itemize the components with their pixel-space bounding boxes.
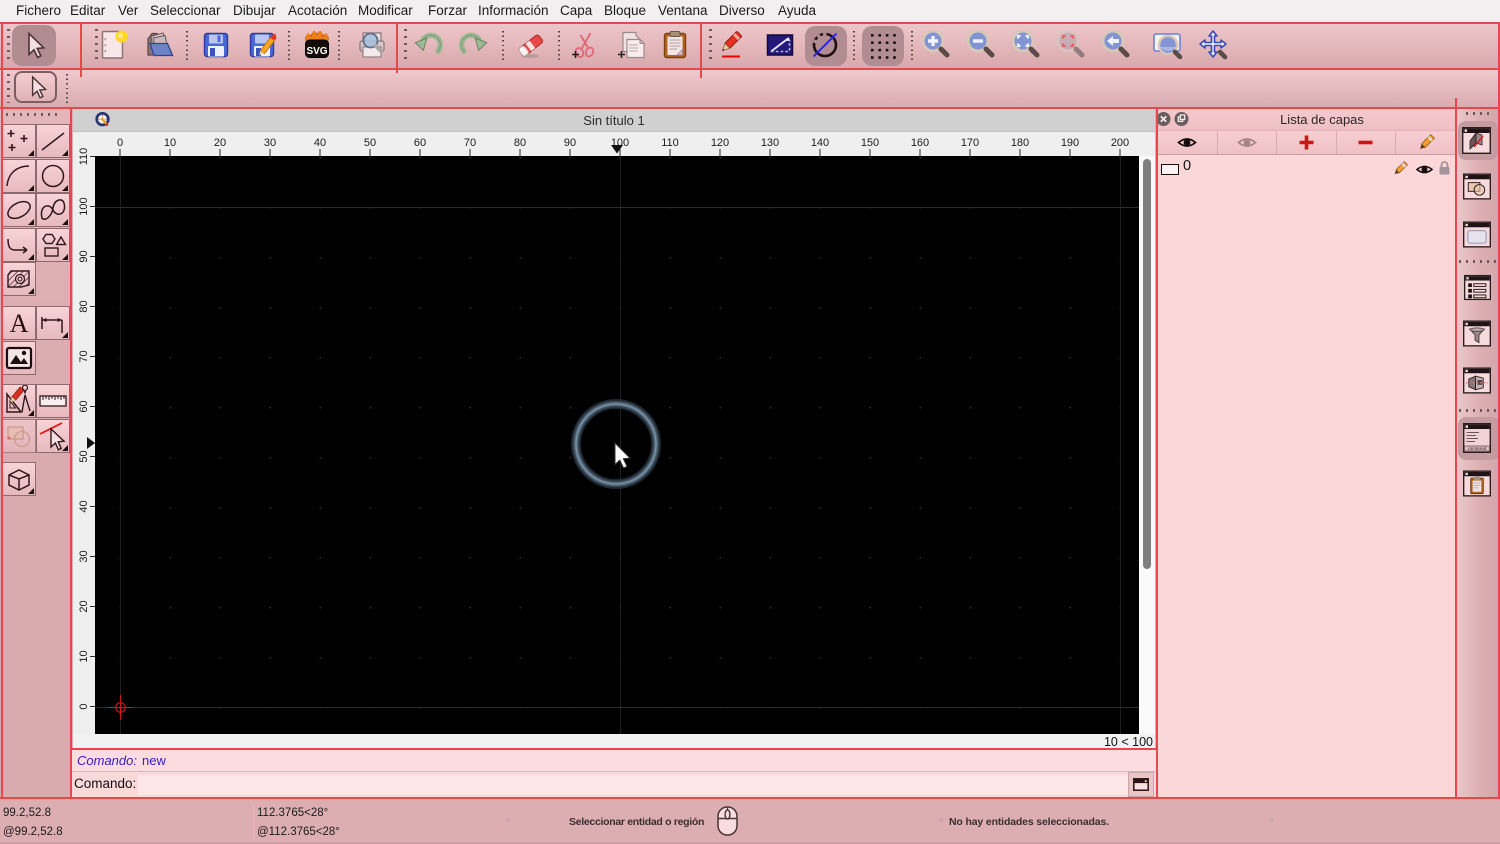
svg-text:70: 70 [464, 137, 476, 149]
svg-text:0: 0 [78, 703, 90, 709]
svg-text:SVG: SVG [306, 46, 327, 57]
svg-text:10: 10 [78, 650, 90, 662]
svg-text:190: 190 [1061, 137, 1079, 149]
svg-text:80: 80 [514, 137, 526, 149]
svg-text:10: 10 [164, 137, 176, 149]
svg-text:20: 20 [214, 137, 226, 149]
svg-text:90: 90 [78, 250, 90, 262]
svg-text:30: 30 [78, 550, 90, 562]
svg-text:110: 110 [661, 137, 679, 149]
svg-text:60: 60 [78, 400, 90, 412]
svg-text:60: 60 [414, 137, 426, 149]
svg-text:30: 30 [264, 137, 276, 149]
svg-text:110: 110 [78, 148, 90, 166]
svg-text:0: 0 [117, 137, 123, 149]
svg-text:200: 200 [1111, 137, 1129, 149]
svg-text:150: 150 [861, 137, 879, 149]
svg-text:160: 160 [911, 137, 929, 149]
svg-text:50: 50 [364, 137, 376, 149]
svg-text:100: 100 [78, 197, 90, 215]
svg-text:120: 120 [711, 137, 729, 149]
svg-text:80: 80 [78, 300, 90, 312]
svg-text:A: A [10, 309, 29, 338]
svg-text:40: 40 [314, 137, 326, 149]
svg-text:70: 70 [78, 350, 90, 362]
svg-text:130: 130 [761, 137, 779, 149]
svg-text:50: 50 [78, 450, 90, 462]
svg-text:170: 170 [961, 137, 979, 149]
svg-text:90: 90 [564, 137, 576, 149]
svg-text:40: 40 [78, 500, 90, 512]
svg-text:20: 20 [78, 600, 90, 612]
svg-text:command: command [1468, 446, 1487, 451]
svg-text:140: 140 [811, 137, 829, 149]
svg-text:180: 180 [1011, 137, 1029, 149]
